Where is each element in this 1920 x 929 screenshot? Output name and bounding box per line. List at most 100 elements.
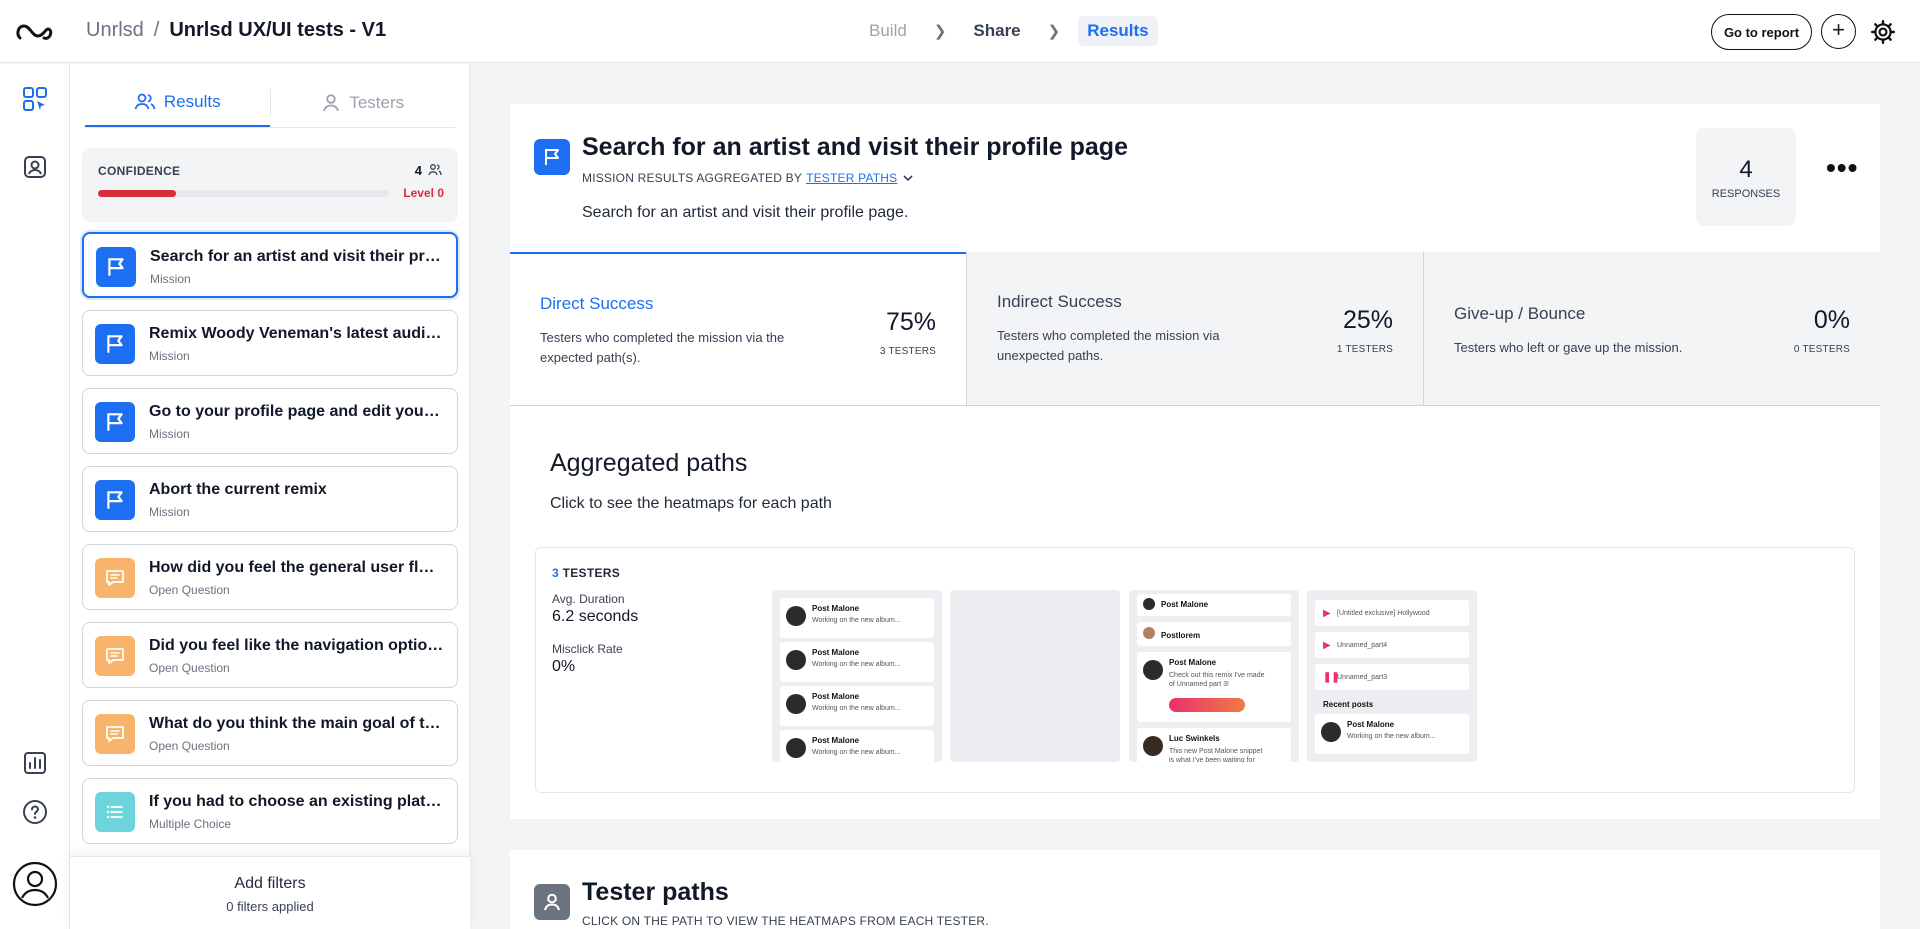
mission-item-type: Multiple Choice: [149, 817, 232, 831]
mission-item-title: Go to your profile page and edit your bi…: [149, 403, 444, 420]
mission-list-item[interactable]: How did you feel the general user flow w…: [82, 544, 458, 610]
aggregated-path-card[interactable]: 3 TESTERS Avg. Duration 6.2 seconds Misc…: [535, 547, 1855, 793]
confidence-count: 4: [414, 163, 422, 178]
stat-description: Testers who completed the mission via th…: [540, 330, 785, 365]
stat-description: Testers who left or gave up the mission.: [1454, 340, 1683, 355]
mission-list-item[interactable]: Abort the current remix Mission: [82, 466, 458, 532]
mission-item-title: What do you think the main goal of the a…: [149, 715, 444, 732]
mission-results-card: Search for an artist and visit their pro…: [510, 104, 1880, 819]
mission-list-item[interactable]: Remix Woody Veneman's latest audio snipp…: [82, 310, 458, 376]
tab-results-label: Results: [163, 91, 221, 111]
avg-duration-value: 6.2 seconds: [552, 608, 639, 625]
filters-panel[interactable]: Add filters 0 filters applied: [70, 856, 470, 929]
users-icon: [134, 93, 156, 109]
tab-results[interactable]: Results: [85, 78, 270, 127]
mission-item-type: Mission: [149, 427, 190, 441]
help-icon[interactable]: [20, 797, 50, 827]
mission-list-item[interactable]: Did you feel like the navigation options…: [82, 622, 458, 688]
stat-percent: 25%: [1342, 306, 1393, 334]
aggregated-paths-title: Aggregated paths: [550, 449, 748, 477]
stat-percent: 0%: [1813, 306, 1850, 334]
aggregation-selector: MISSION RESULTS AGGREGATED BY TESTER PAT…: [582, 171, 915, 185]
step-build[interactable]: Build: [860, 16, 916, 46]
step-nav: Build ❯ Share ❯ Results: [860, 16, 1158, 46]
responses-label: RESPONSES: [1711, 188, 1781, 200]
mission-item-title: Search for an artist and visit their pro…: [150, 248, 445, 265]
misclick-rate-value: 0%: [552, 658, 576, 675]
tab-testers-label: Testers: [349, 92, 405, 112]
flag-icon: [96, 247, 136, 287]
breadcrumb-separator: /: [153, 19, 160, 41]
stat-give-up[interactable]: Give-up / Bounce Testers who left or gav…: [1423, 252, 1880, 405]
stat-testers: 0 TESTERS: [1793, 344, 1850, 355]
stat-title: Give-up / Bounce: [1454, 304, 1586, 323]
mission-item-title: If you had to choose an existing platfor…: [149, 793, 444, 810]
tab-testers[interactable]: Testers: [271, 78, 456, 127]
step-share[interactable]: Share: [964, 16, 1029, 46]
path-screen-thumbnail[interactable]: Post Malone Postlorem Post Malone Check o…: [1129, 590, 1299, 762]
responses-box: 4 RESPONSES: [1696, 128, 1796, 226]
responses-count: 4: [1739, 156, 1753, 183]
add-button[interactable]: +: [1821, 14, 1856, 49]
stat-indirect-success[interactable]: Indirect Success Testers who completed t…: [966, 252, 1423, 405]
contacts-icon[interactable]: [20, 152, 50, 182]
chevron-right-icon: ❯: [1047, 23, 1061, 40]
filters-applied-label: 0 filters applied: [226, 899, 314, 914]
mission-item-title: Abort the current remix: [149, 481, 327, 498]
tester-paths-subtitle: CLICK ON THE PATH TO VIEW THE HEATMAPS F…: [582, 914, 989, 928]
stat-title: Direct Success: [540, 294, 654, 313]
mission-item-type: Mission: [149, 349, 190, 363]
breadcrumb-org[interactable]: Unrlsd: [86, 19, 144, 42]
flag-icon: [95, 480, 135, 520]
sidebar: Results Testers CONFIDENCE 4 Level 0 Sea…: [70, 64, 470, 929]
mission-list-item[interactable]: Go to your profile page and edit your bi…: [82, 388, 458, 454]
mission-item-title: How did you feel the general user flow w…: [149, 559, 444, 576]
avg-duration-label: Avg. Duration: [552, 592, 625, 606]
chat-icon: [95, 636, 135, 676]
step-results[interactable]: Results: [1078, 16, 1158, 46]
dashboard-icon[interactable]: [20, 84, 50, 114]
chevron-right-icon: ❯: [933, 23, 947, 40]
chat-icon: [95, 714, 135, 754]
confidence-panel: CONFIDENCE 4 Level 0: [82, 148, 458, 222]
path-screen-thumbnail[interactable]: [950, 590, 1120, 762]
mission-item-type: Open Question: [149, 739, 230, 753]
mission-title: Search for an artist and visit their pro…: [582, 133, 1128, 161]
stat-direct-success[interactable]: Direct Success Testers who completed the…: [510, 252, 966, 405]
aggregation-link[interactable]: TESTER PATHS: [806, 171, 897, 185]
more-options-icon[interactable]: •••: [1826, 152, 1858, 184]
misclick-rate-label: Misclick Rate: [552, 642, 623, 656]
user-icon: [534, 884, 570, 920]
go-to-report-button[interactable]: Go to report: [1711, 14, 1812, 50]
avatar[interactable]: [12, 861, 58, 907]
user-icon: [323, 93, 340, 111]
left-rail: [0, 64, 70, 929]
stats-row: Direct Success Testers who completed the…: [510, 252, 1880, 406]
stat-title: Indirect Success: [997, 292, 1122, 311]
list-icon: [95, 792, 135, 832]
confidence-bar-fill: [98, 190, 177, 197]
mission-list: Search for an artist and visit their pro…: [82, 232, 458, 856]
breadcrumb-project[interactable]: Unrlsd UX/UI tests - V1: [169, 19, 386, 42]
analytics-icon[interactable]: [20, 748, 50, 778]
flag-icon: [534, 139, 570, 175]
aggregation-label: MISSION RESULTS AGGREGATED BY: [582, 171, 803, 185]
flag-icon: [95, 402, 135, 442]
mission-list-item[interactable]: What do you think the main goal of the a…: [82, 700, 458, 766]
mission-item-type: Mission: [149, 505, 190, 519]
mission-list-item[interactable]: If you had to choose an existing platfor…: [82, 778, 458, 844]
confidence-bar: [98, 190, 388, 197]
logo-icon[interactable]: [14, 18, 54, 46]
flag-icon: [95, 324, 135, 364]
path-tester-count: 3 TESTERS: [552, 566, 621, 580]
path-screen-thumbnail[interactable]: ▶ [Untitled exclusive] Hollywood ▶ Unnamed…: [1307, 590, 1477, 762]
users-icon: [428, 164, 442, 176]
mission-description: Search for an artist and visit their pro…: [582, 204, 909, 221]
gear-icon[interactable]: [1870, 19, 1896, 45]
mission-list-item[interactable]: Search for an artist and visit their pro…: [82, 232, 458, 298]
path-screen-thumbnail[interactable]: Post Malone Working on the new album... P…: [772, 590, 942, 762]
add-filters-label[interactable]: Add filters: [70, 875, 470, 893]
mission-item-type: Mission: [150, 272, 191, 286]
stat-description: Testers who completed the mission via un…: [997, 328, 1220, 363]
chevron-down-icon[interactable]: [901, 171, 915, 185]
